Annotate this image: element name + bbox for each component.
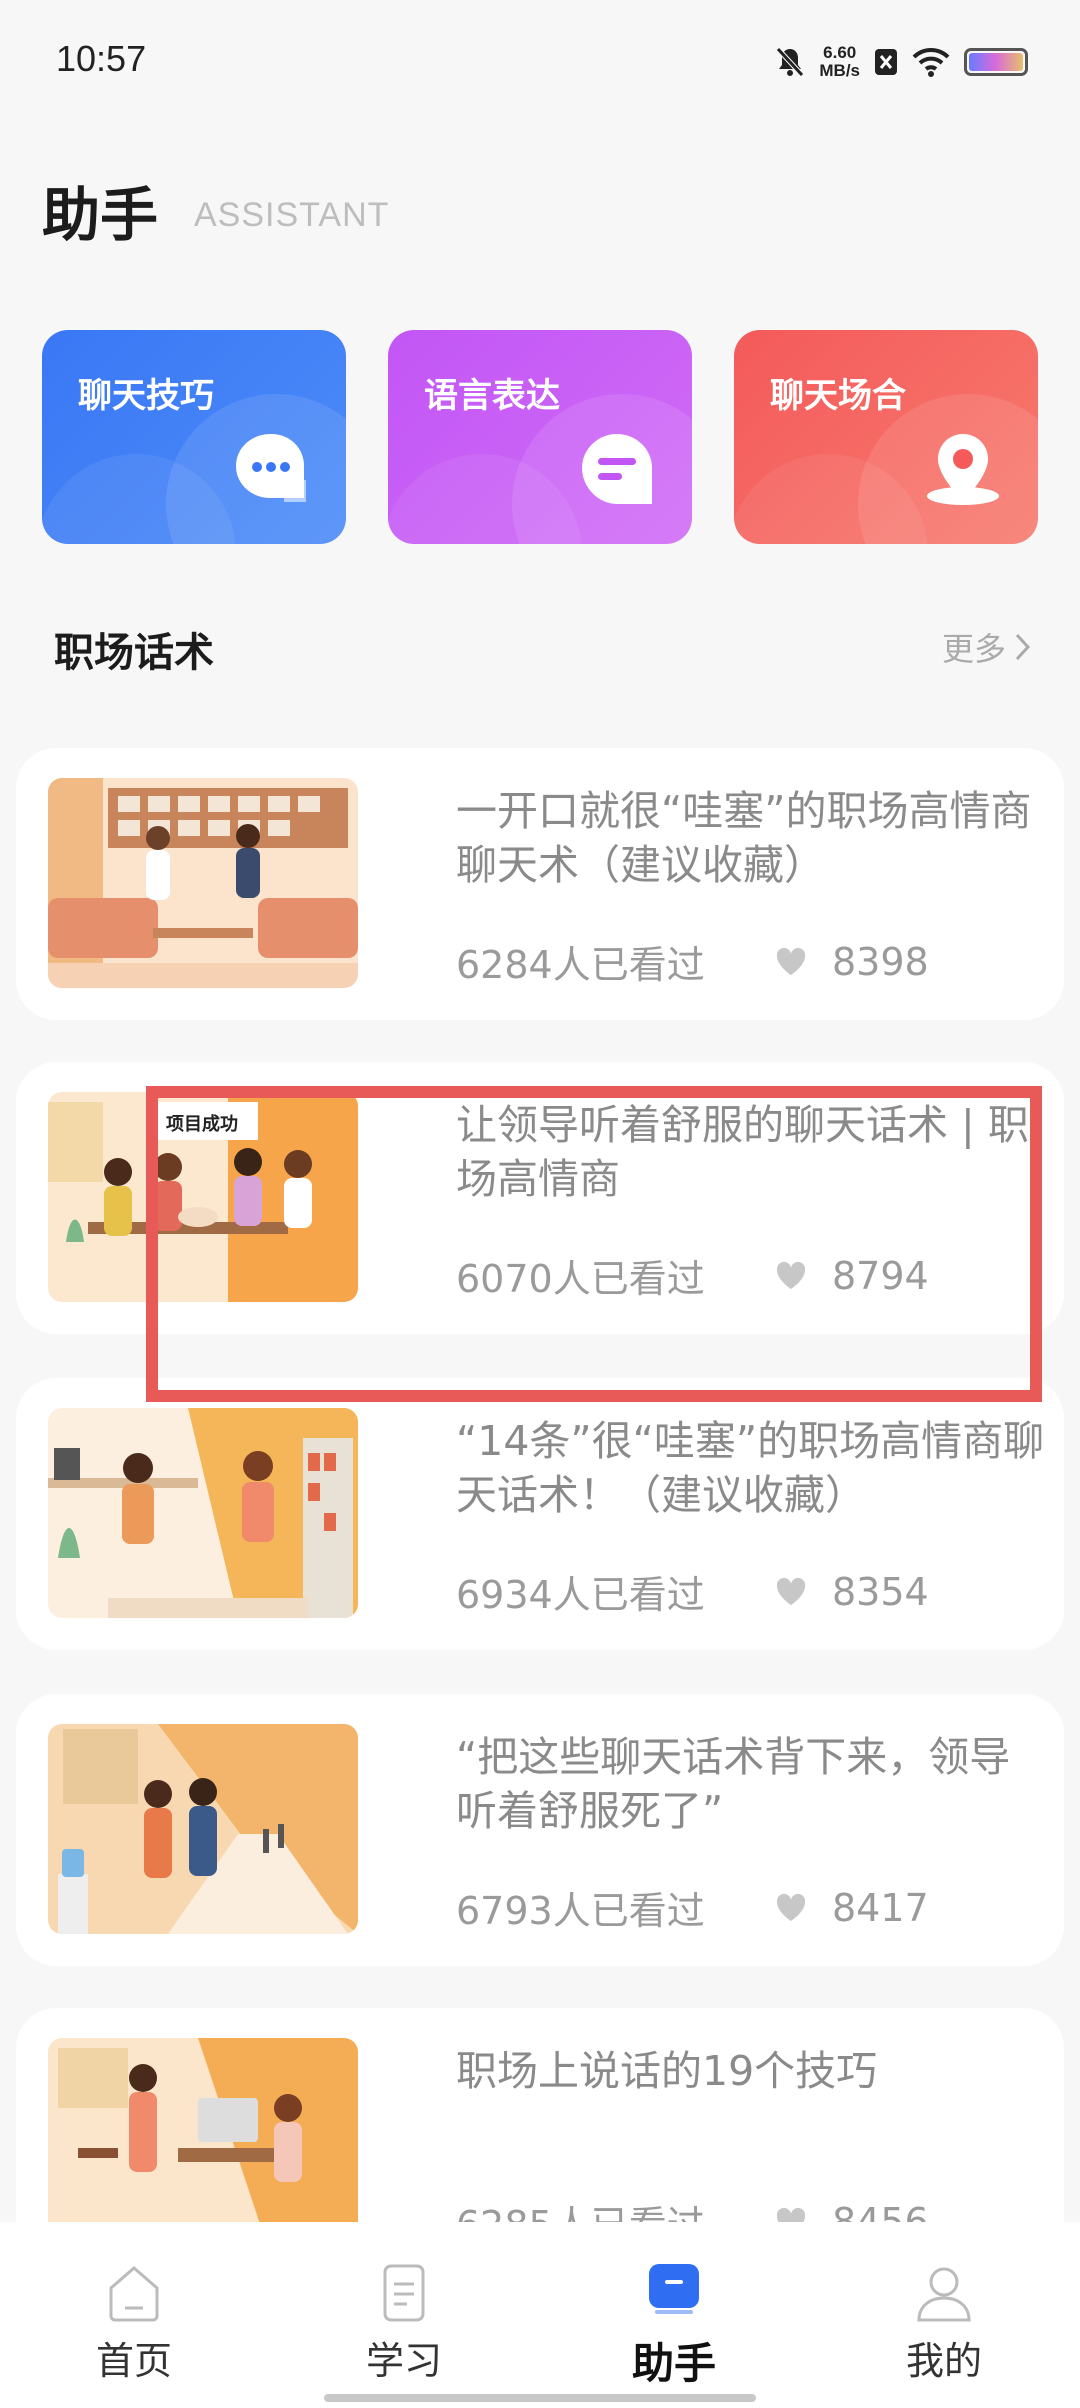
- like-count: 8417: [832, 1885, 929, 1930]
- like-count: 8398: [832, 939, 929, 984]
- home-icon: [109, 2266, 159, 2322]
- view-count: 6934人已看过: [456, 1573, 705, 1617]
- article-thumbnail: [48, 778, 358, 988]
- status-time: 10:57: [56, 38, 147, 79]
- home-indicator[interactable]: [324, 2394, 756, 2402]
- more-label: 更多: [941, 630, 1006, 668]
- nav-label: 学习: [365, 2339, 442, 2383]
- category-card-chat-skills[interactable]: 聊天技巧: [42, 330, 346, 544]
- heart-icon[interactable]: [774, 945, 808, 979]
- nav-item-assistant[interactable]: 助手: [574, 2262, 774, 2391]
- chat-bubble-icon: [236, 434, 306, 502]
- document-icon: [383, 2264, 425, 2322]
- article-thumbnail: [48, 1724, 358, 1934]
- view-count: 6793人已看过: [456, 1889, 705, 1933]
- article-meta: 6934人已看过 8354: [456, 1564, 929, 1619]
- page-title: 助手: [42, 181, 159, 249]
- wifi-icon: [912, 47, 950, 77]
- category-label: 语言表达: [424, 376, 560, 416]
- nav-label: 我的: [905, 2339, 982, 2383]
- nav-item-home[interactable]: 首页: [34, 2262, 234, 2385]
- like-count: 8354: [832, 1569, 929, 1614]
- category-label: 聊天场合: [770, 376, 906, 416]
- article-card[interactable]: 一开口就很“哇塞”的职场高情商聊天术（建议收藏） 6284人已看过 8398: [16, 748, 1064, 1020]
- article-title: “14条”很“哇塞”的职场高情商聊天话术！（建议收藏）: [456, 1417, 1045, 1519]
- profile-icon: [917, 2267, 971, 2322]
- category-card-occasions[interactable]: 聊天场合: [734, 330, 1038, 544]
- article-thumbnail: [48, 1408, 358, 1618]
- bell-muted-icon: [776, 47, 805, 77]
- network-speed: 6.60 MB/s: [819, 44, 860, 80]
- location-pin-icon: [927, 434, 999, 505]
- more-link[interactable]: 更多: [942, 624, 1032, 670]
- sim-error-icon: [875, 49, 897, 75]
- highlight-box: [146, 1086, 1042, 1402]
- article-card[interactable]: “把这些聊天话术背下来，领导听着舒服死了” 6793人已看过 8417: [16, 1694, 1064, 1966]
- status-icons: 6.60 MB/s: [775, 40, 1028, 84]
- article-card[interactable]: “14条”很“哇塞”的职场高情商聊天话术！（建议收藏） 6934人已看过 835…: [16, 1378, 1064, 1650]
- section-title: 职场话术: [54, 630, 214, 676]
- bottom-nav: 首页 学习 助手 我的: [0, 2222, 1080, 2408]
- chevron-right-icon: [1015, 633, 1031, 661]
- network-speed-unit: MB/s: [819, 61, 860, 80]
- article-meta: 6284人已看过 8398: [456, 934, 929, 989]
- status-bar: 10:57 6.60 MB/s: [0, 0, 1080, 120]
- category-label: 聊天技巧: [78, 376, 214, 416]
- assistant-icon: [649, 2264, 699, 2314]
- view-count: 6284人已看过: [456, 943, 705, 987]
- category-card-language[interactable]: 语言表达: [388, 330, 692, 544]
- nav-label: 首页: [95, 2339, 172, 2383]
- nav-item-study[interactable]: 学习: [304, 2262, 504, 2385]
- page-subtitle: ASSISTANT: [194, 196, 390, 234]
- article-title: “把这些聊天话术背下来，领导听着舒服死了”: [456, 1733, 1011, 1835]
- message-lines-icon: [582, 434, 652, 504]
- nav-item-profile[interactable]: 我的: [844, 2262, 1044, 2385]
- heart-icon[interactable]: [774, 1891, 808, 1925]
- article-title: 职场上说话的19个技巧: [456, 2047, 878, 2095]
- article-thumbnail: [48, 2038, 358, 2248]
- heart-icon[interactable]: [774, 1575, 808, 1609]
- nav-label: 助手: [631, 2339, 716, 2388]
- network-speed-value: 6.60: [823, 43, 857, 62]
- battery-icon: [964, 48, 1028, 76]
- article-meta: 6793人已看过 8417: [456, 1880, 929, 1935]
- article-title: 一开口就很“哇塞”的职场高情商聊天术（建议收藏）: [456, 787, 1032, 889]
